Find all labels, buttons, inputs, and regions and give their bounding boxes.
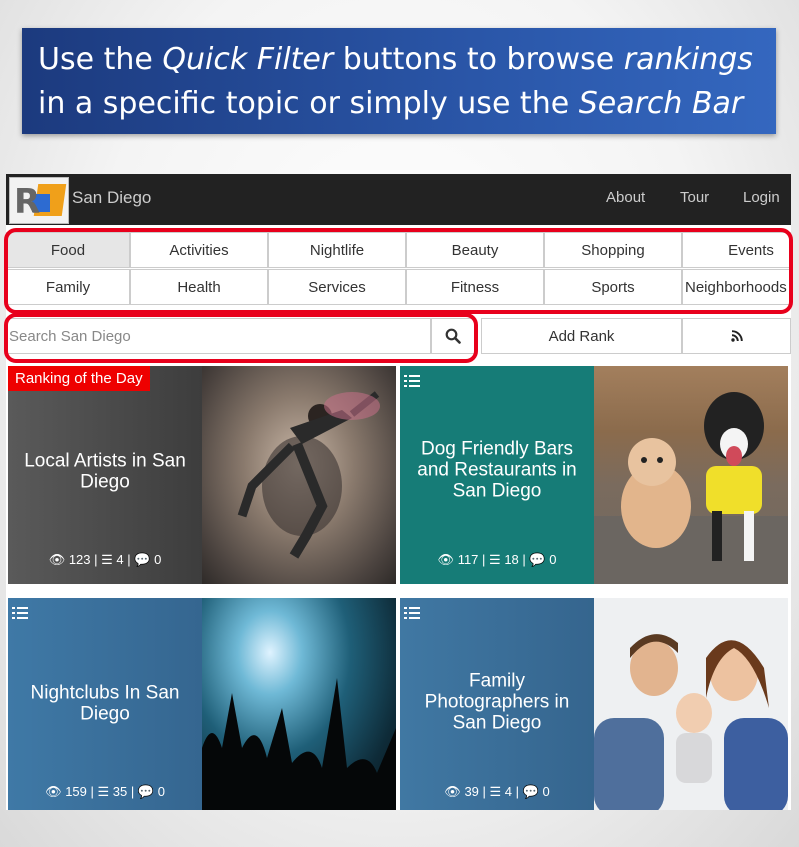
filter-activities[interactable]: Activities [130, 232, 268, 268]
list-icon: ☰ [489, 784, 502, 799]
card-panel: Dog Friendly Bars and Restaurants in San… [400, 366, 594, 584]
comment-icon: 💬 [529, 552, 546, 567]
filter-health[interactable]: Health [130, 269, 268, 305]
list-icon: ☰ [97, 784, 110, 799]
search-icon [445, 328, 461, 344]
search-row: Add Rank [6, 318, 791, 354]
nav-login[interactable]: Login [743, 189, 780, 206]
ranking-card[interactable]: Local Artists in San Diego 👁 123 | ☰ 4 |… [8, 366, 396, 584]
banner-line-1: Use the Quick Filter buttons to browse r… [38, 42, 753, 77]
rss-button[interactable] [682, 318, 791, 354]
filter-nightlife[interactable]: Nightlife [268, 232, 406, 268]
ranking-card[interactable]: Nightclubs In San Diego 👁 159 | ☰ 35 | 💬… [8, 598, 396, 810]
card-image-nightclub [202, 598, 396, 810]
card-title[interactable]: Dog Friendly Bars and Restaurants in San… [406, 438, 588, 501]
brand-city[interactable]: San Diego [72, 188, 151, 208]
ranking-card[interactable]: Family Photographers in San Diego 👁 39 |… [400, 598, 788, 810]
eye-icon: 👁 [444, 784, 461, 799]
filter-services[interactable]: Services [268, 269, 406, 305]
banner-line-2: in a specific topic or simply use the Se… [38, 86, 744, 121]
card-title[interactable]: Family Photographers in San Diego [406, 670, 588, 733]
nav-tour[interactable]: Tour [680, 189, 709, 206]
card-title[interactable]: Local Artists in San Diego [14, 451, 196, 493]
comment-icon: 💬 [137, 784, 155, 799]
search-button[interactable] [431, 318, 475, 354]
card-stats: 👁 123 | ☰ 4 | 💬 0 [48, 552, 162, 567]
nav-about[interactable]: About [606, 189, 645, 206]
card-stats: 👁 39 | ☰ 4 | 💬 0 [444, 784, 550, 799]
filter-beauty[interactable]: Beauty [406, 232, 544, 268]
card-panel: Family Photographers in San Diego 👁 39 |… [400, 598, 594, 810]
card-image-dancer [202, 366, 396, 584]
filter-events[interactable]: Events [682, 232, 791, 268]
list-icon [12, 606, 28, 625]
list-icon: ☰ [489, 552, 501, 567]
card-image-dogs [594, 366, 788, 584]
top-navbar: R San Diego About Tour Login [6, 174, 791, 225]
card-title[interactable]: Nightclubs In San Diego [14, 683, 196, 725]
list-icon: ☰ [101, 552, 113, 567]
card-image-family [594, 598, 788, 810]
app-window: R San Diego About Tour Login Food Activi… [6, 174, 791, 810]
quick-filters: Food Activities Nightlife Beauty Shoppin… [6, 232, 791, 310]
rankly-logo[interactable]: R [9, 177, 69, 224]
filter-sports[interactable]: Sports [544, 269, 682, 305]
card-panel: Local Artists in San Diego 👁 123 | ☰ 4 |… [8, 366, 202, 584]
ranking-card[interactable]: Dog Friendly Bars and Restaurants in San… [400, 366, 788, 584]
add-rank-button[interactable]: Add Rank [481, 318, 682, 354]
rss-icon [730, 330, 743, 342]
filter-family[interactable]: Family [6, 269, 130, 305]
ranking-of-the-day-badge: Ranking of the Day [8, 366, 150, 391]
filter-fitness[interactable]: Fitness [406, 269, 544, 305]
card-stats: 👁 117 | ☰ 18 | 💬 0 [437, 552, 557, 567]
filter-neighborhoods[interactable]: Neighborhoods [682, 269, 791, 305]
eye-icon: 👁 [48, 552, 66, 567]
list-icon [404, 606, 420, 625]
eye-icon: 👁 [437, 552, 455, 567]
card-stats: 👁 159 | ☰ 35 | 💬 0 [45, 784, 165, 799]
eye-icon: 👁 [45, 784, 62, 799]
filter-food[interactable]: Food [6, 232, 130, 268]
filter-shopping[interactable]: Shopping [544, 232, 682, 268]
card-panel: Nightclubs In San Diego 👁 159 | ☰ 35 | 💬… [8, 598, 202, 810]
comment-icon: 💬 [134, 552, 151, 567]
comment-icon: 💬 [522, 784, 539, 799]
search-input[interactable] [6, 318, 431, 354]
instruction-banner: Use the Quick Filter buttons to browse r… [22, 28, 776, 134]
list-icon [404, 374, 420, 393]
